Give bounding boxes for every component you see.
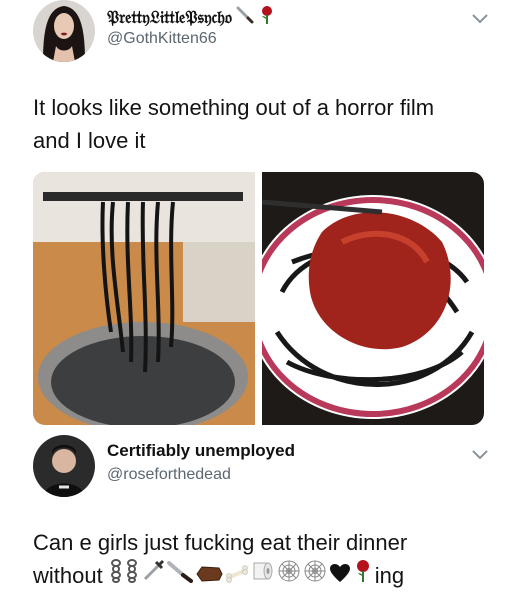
emoji-sequence bbox=[109, 559, 373, 592]
avatar[interactable] bbox=[33, 0, 95, 62]
tweet-text-prefix: without bbox=[33, 563, 103, 588]
tweet-text-line-1: Can e girls just fucking eat their dinne… bbox=[33, 530, 408, 555]
toilet-paper-icon bbox=[251, 559, 275, 592]
coffin-icon bbox=[195, 559, 223, 592]
rose-icon bbox=[258, 5, 276, 30]
tweet-2: Certifiably unemployed @roseforthedead C… bbox=[0, 430, 517, 600]
avatar[interactable] bbox=[33, 435, 95, 497]
display-name-text: 𝔓𝔯𝔢𝔱𝔱𝔶𝔏𝔦𝔱𝔱𝔩𝔢𝔓𝔰𝔶𝔠𝔥𝔬 bbox=[107, 7, 232, 28]
rose-icon bbox=[353, 559, 373, 592]
tweet-1: 𝔓𝔯𝔢𝔱𝔱𝔶𝔏𝔦𝔱𝔱𝔩𝔢𝔓𝔰𝔶𝔠𝔥𝔬 @GothKitten66 It look… bbox=[0, 0, 517, 430]
photo-spaghetti-sauce[interactable] bbox=[262, 172, 484, 425]
chevron-down-icon[interactable] bbox=[471, 12, 489, 24]
knife-icon bbox=[236, 6, 254, 29]
tweet-text-line-2: without ing bbox=[33, 559, 503, 592]
tweet-text-suffix: ing bbox=[374, 563, 405, 588]
tweet-text: It looks like something out of a horror … bbox=[33, 95, 435, 153]
photo-spaghetti-pot[interactable] bbox=[33, 172, 255, 425]
handle[interactable]: @GothKitten66 bbox=[107, 30, 217, 48]
dagger-icon bbox=[141, 559, 165, 592]
chain-icon bbox=[109, 559, 123, 592]
bone-icon bbox=[225, 559, 249, 592]
black-heart-icon bbox=[329, 559, 351, 592]
spider-web-icon bbox=[303, 559, 327, 592]
knife-icon bbox=[166, 559, 193, 592]
display-name[interactable]: 𝔓𝔯𝔢𝔱𝔱𝔶𝔏𝔦𝔱𝔱𝔩𝔢𝔓𝔰𝔶𝔠𝔥𝔬 bbox=[107, 5, 276, 30]
handle[interactable]: @roseforthedead bbox=[107, 466, 231, 484]
tweet-text: Can e girls just fucking eat their dinne… bbox=[33, 526, 503, 592]
display-name[interactable]: Certifiably unemployed bbox=[107, 441, 295, 461]
chain-icon bbox=[125, 559, 139, 592]
chevron-down-icon[interactable] bbox=[471, 448, 489, 460]
spider-web-icon bbox=[277, 559, 301, 592]
